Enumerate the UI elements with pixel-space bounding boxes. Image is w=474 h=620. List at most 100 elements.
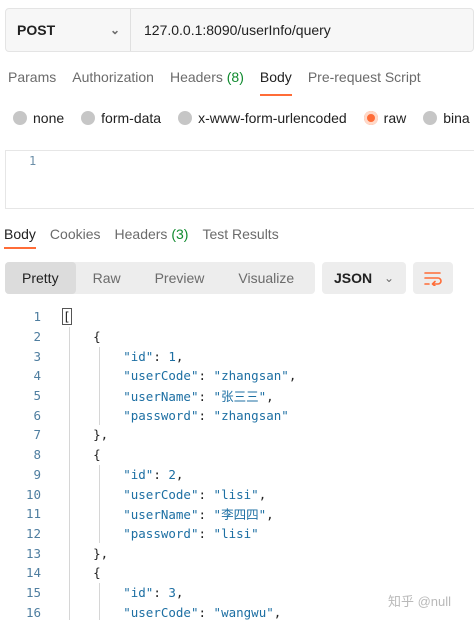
- code-text: "userCode": "wangwu",: [123, 604, 282, 620]
- code-line: 7 },: [0, 425, 474, 445]
- response-tab-cookies[interactable]: Cookies: [44, 222, 107, 248]
- code-text: "userName": "张三三",: [123, 389, 274, 405]
- code-text: "id": 2,: [123, 466, 184, 482]
- body-type-label: bina: [443, 110, 470, 126]
- line-number: 11: [25, 506, 41, 522]
- line-number: 6: [33, 407, 41, 423]
- code-text: {: [63, 329, 101, 345]
- tab-pre-request-script[interactable]: Pre-request Script: [300, 62, 429, 96]
- radio-button[interactable]: [178, 111, 193, 125]
- code-line: 4 "userCode": "zhangsan",: [0, 366, 474, 386]
- radio-button[interactable]: [81, 111, 96, 125]
- format-label: JSON: [334, 270, 373, 286]
- request-bar: POST ⌄ 127.0.0.1:8090/userInfo/query: [5, 8, 474, 52]
- tab-label: Body: [4, 226, 36, 242]
- line-number: 15: [25, 584, 41, 600]
- line-number: 14: [25, 565, 41, 581]
- code-text: "password": "zhangsan": [123, 407, 289, 423]
- code-text: {: [63, 447, 101, 463]
- tab-label: Params: [8, 69, 57, 85]
- body-type-label: raw: [383, 110, 407, 126]
- code-text: },: [63, 545, 109, 561]
- code-line: 11 "userName": "李四四",: [0, 504, 474, 524]
- watermark: 知乎 @null: [388, 594, 452, 609]
- line-number: 5: [33, 388, 41, 404]
- method-label: POST: [17, 22, 56, 38]
- body-type-x-www-form-urlencoded[interactable]: x-www-form-urlencoded: [178, 110, 347, 126]
- tab-label: Headers: [169, 69, 223, 85]
- code-line: 6 "password": "zhangsan": [0, 405, 474, 425]
- radio-button[interactable]: [363, 111, 378, 125]
- view-mode-raw[interactable]: Raw: [76, 262, 138, 294]
- line-number: 7: [33, 427, 41, 443]
- tab-label: Body: [259, 69, 292, 85]
- view-mode-group: Pretty Raw Preview Visualize: [5, 262, 315, 294]
- response-tab-body[interactable]: Body: [0, 222, 42, 249]
- code-text: {: [63, 565, 101, 581]
- wrap-lines-button[interactable]: [413, 262, 453, 294]
- radio-button[interactable]: [13, 111, 27, 125]
- tab-label: Cookies: [49, 226, 101, 242]
- body-type-form-data[interactable]: form-data: [81, 110, 161, 126]
- code-text: "id": 3,: [123, 584, 184, 600]
- response-tab-test-results[interactable]: Test Results: [196, 222, 284, 248]
- line-number: 16: [25, 604, 41, 620]
- code-text: "userName": "李四四",: [123, 507, 274, 523]
- code-line: 10 "userCode": "lisi",: [0, 484, 474, 504]
- view-mode-visualize[interactable]: Visualize: [221, 262, 311, 294]
- line-number: 2: [33, 329, 41, 345]
- tab-body[interactable]: Body: [252, 62, 300, 96]
- code-line: 12 "password": "lisi": [0, 524, 474, 544]
- view-mode-pretty[interactable]: Pretty: [5, 262, 76, 294]
- line-number: 1: [29, 154, 37, 168]
- request-body-editor[interactable]: 1: [5, 150, 474, 209]
- code-line: 8 {: [0, 445, 474, 465]
- code-line: 9 "id": 2,: [0, 465, 474, 485]
- tab-count: (3): [171, 226, 189, 242]
- code-line: 3 "id": 1,: [0, 346, 474, 366]
- response-tab-headers[interactable]: Headers (3): [109, 222, 195, 248]
- line-number: 12: [25, 525, 41, 541]
- tab-authorization[interactable]: Authorization: [64, 62, 162, 96]
- code-line: 5 "userName": "张三三",: [0, 386, 474, 406]
- tab-label: Test Results: [202, 226, 279, 242]
- line-number: 8: [33, 447, 41, 463]
- response-tabs: Body Cookies Headers (3) Test Results: [0, 222, 474, 250]
- body-type-label: x-www-form-urlencoded: [198, 110, 347, 126]
- code-line: 2 {: [0, 327, 474, 347]
- code-text: "password": "lisi": [123, 525, 259, 541]
- format-select[interactable]: JSON ⌄: [322, 262, 406, 294]
- url-text: 127.0.0.1:8090/userInfo/query: [144, 22, 331, 38]
- tab-count: (8): [226, 69, 244, 85]
- chevron-down-icon: ⌄: [383, 271, 394, 285]
- wrap-lines-icon: [424, 272, 442, 286]
- code-text: "userCode": "zhangsan",: [123, 368, 297, 384]
- tab-headers[interactable]: Headers (8): [162, 62, 252, 96]
- body-type-label: none: [33, 110, 65, 126]
- view-mode-preview[interactable]: Preview: [138, 262, 222, 294]
- response-code: 1[2 {3 "id": 1, 4 "userCode": "zhangsan",…: [0, 307, 474, 620]
- code-line: 13 },: [0, 543, 474, 563]
- radio-button[interactable]: [423, 111, 438, 125]
- body-type-none[interactable]: none: [13, 110, 64, 126]
- line-number: 13: [25, 545, 41, 561]
- url-input[interactable]: 127.0.0.1:8090/userInfo/query: [131, 9, 473, 51]
- tab-label: Pre-request Script: [307, 69, 421, 85]
- body-type-raw[interactable]: raw: [363, 110, 407, 126]
- code-line: 14 {: [0, 563, 474, 583]
- line-number: 9: [33, 466, 41, 482]
- tab-label: Headers: [114, 226, 168, 242]
- code-text: "id": 1,: [123, 348, 184, 364]
- line-number: 4: [33, 368, 41, 384]
- code-text: "userCode": "lisi",: [123, 486, 267, 502]
- body-type-bina[interactable]: bina: [423, 110, 470, 126]
- code-text: [: [62, 308, 72, 326]
- method-select[interactable]: POST ⌄: [6, 9, 131, 51]
- line-number: 1: [33, 309, 41, 325]
- code-text: },: [63, 427, 109, 443]
- chevron-down-icon: ⌄: [109, 23, 120, 37]
- tab-label: Authorization: [72, 69, 154, 85]
- body-type-options: none form-data x-www-form-urlencoded raw bin…: [0, 104, 474, 132]
- tab-params[interactable]: Params: [0, 62, 64, 96]
- body-type-label: form-data: [101, 110, 162, 126]
